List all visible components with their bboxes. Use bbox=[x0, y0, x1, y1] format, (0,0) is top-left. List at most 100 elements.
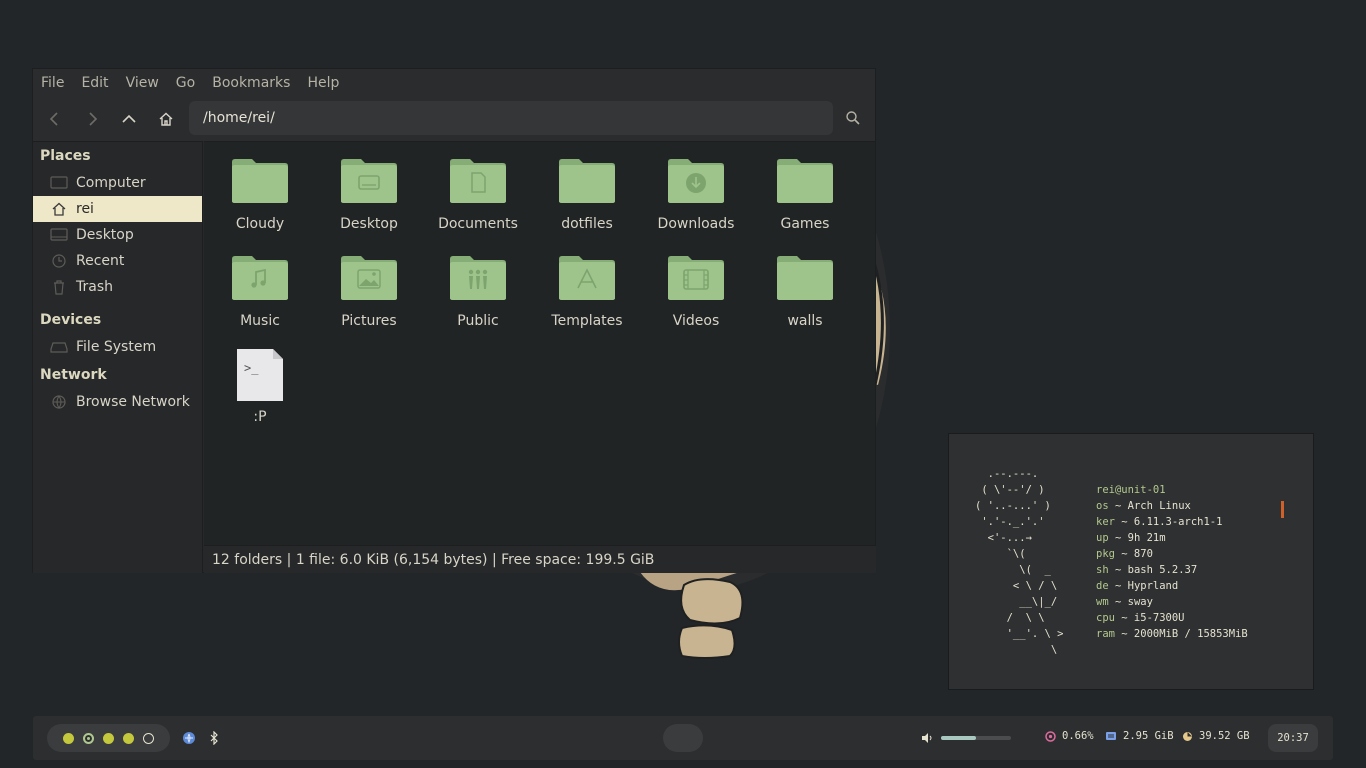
cpu-usage: 0.66% bbox=[1045, 730, 1094, 742]
folder-icon bbox=[231, 158, 289, 204]
folder-item[interactable]: Games bbox=[755, 158, 855, 232]
menu-help[interactable]: Help bbox=[307, 75, 339, 91]
user-host: rei@unit-01 bbox=[1096, 484, 1166, 496]
folder-item[interactable]: Pictures bbox=[319, 255, 419, 329]
sidebar-item-label: Computer bbox=[76, 175, 146, 191]
location-bar[interactable]: /home/rei/ bbox=[189, 101, 833, 135]
volume-icon[interactable] bbox=[920, 731, 934, 745]
devices-header: Devices bbox=[40, 312, 102, 328]
network-header: Network bbox=[40, 367, 107, 383]
sidebar-item-label: Desktop bbox=[76, 227, 134, 243]
folder-item[interactable]: Music bbox=[210, 255, 310, 329]
svg-text:>_: >_ bbox=[244, 361, 259, 375]
folder-icon bbox=[776, 255, 834, 301]
home-icon bbox=[159, 112, 173, 126]
file-item[interactable]: >_:P bbox=[210, 347, 310, 425]
folder-item[interactable]: dotfiles bbox=[537, 158, 637, 232]
fetch-info-row: cpu ~ i5-7300U bbox=[1096, 612, 1185, 624]
folder-item[interactable]: Templates bbox=[537, 255, 637, 329]
sidebar-item-recent[interactable]: Recent bbox=[33, 248, 202, 274]
forward-icon bbox=[89, 112, 98, 126]
sidebar-item-home[interactable]: rei bbox=[33, 196, 202, 222]
sidebar-item-browse-network[interactable]: Browse Network bbox=[33, 389, 202, 415]
places-header: Places bbox=[40, 148, 91, 164]
workspace-5-button[interactable] bbox=[143, 732, 154, 744]
clock[interactable]: 20:37 bbox=[1268, 724, 1318, 752]
workspace-3-button[interactable] bbox=[103, 732, 114, 744]
menu-edit[interactable]: Edit bbox=[81, 75, 108, 91]
folder-icon bbox=[449, 255, 507, 301]
folder-item[interactable]: Cloudy bbox=[210, 158, 310, 232]
status-bar: 12 folders | 1 file: 6.0 KiB (6,154 byte… bbox=[204, 545, 876, 573]
file-name-label: dotfiles bbox=[561, 216, 613, 232]
toolbar: /home/rei/ bbox=[33, 97, 875, 141]
terminal-window[interactable]: .--.---. ( \'--'/ ) ( '..-...' ) '.'-._.… bbox=[948, 433, 1314, 690]
search-icon bbox=[846, 111, 860, 125]
workspace-4-button[interactable] bbox=[123, 732, 134, 744]
back-button[interactable] bbox=[41, 105, 69, 133]
sidebar-item-desktop[interactable]: Desktop bbox=[33, 222, 202, 248]
disk-icon bbox=[1182, 731, 1193, 742]
workspace-2-button[interactable] bbox=[83, 732, 94, 744]
folder-icon bbox=[558, 255, 616, 301]
back-icon bbox=[49, 112, 58, 126]
sidebar-item-computer[interactable]: Computer bbox=[33, 170, 202, 196]
folder-icon bbox=[340, 255, 398, 301]
location-path[interactable]: /home/rei/ bbox=[203, 110, 275, 126]
folder-icon bbox=[340, 158, 398, 204]
menu-bookmarks[interactable]: Bookmarks bbox=[212, 75, 290, 91]
folder-item[interactable]: Documents bbox=[428, 158, 528, 232]
sidebar-item-trash[interactable]: Trash bbox=[33, 274, 202, 300]
folder-icon bbox=[776, 158, 834, 204]
fetch-info-row: wm ~ sway bbox=[1096, 596, 1153, 608]
volume-slider[interactable] bbox=[941, 736, 1011, 740]
home-button[interactable] bbox=[152, 105, 180, 133]
folder-item[interactable]: Downloads bbox=[646, 158, 746, 232]
desktop-icon bbox=[50, 227, 68, 243]
file-manager-window: File Edit View Go Bookmarks Help /home/r… bbox=[32, 68, 876, 573]
folder-icon bbox=[667, 255, 725, 301]
home-icon bbox=[50, 201, 68, 217]
menu-file[interactable]: File bbox=[41, 75, 64, 91]
terminal-cursor bbox=[1281, 501, 1284, 518]
menu-bar: File Edit View Go Bookmarks Help bbox=[33, 69, 875, 97]
sidebar-item-label: rei bbox=[76, 201, 94, 217]
menu-go[interactable]: Go bbox=[176, 75, 195, 91]
sidebar-item-filesystem[interactable]: File System bbox=[33, 334, 202, 360]
folder-icon bbox=[667, 158, 725, 204]
sidebar-item-label: Browse Network bbox=[76, 394, 190, 410]
file-name-label: Templates bbox=[551, 313, 623, 329]
volume-level bbox=[941, 736, 976, 740]
fetch-info: rei@unit-01 os ~ Arch Linux ker ~ 6.11.3-… bbox=[1096, 482, 1248, 642]
forward-button[interactable] bbox=[78, 105, 106, 133]
network-icon bbox=[50, 394, 68, 410]
cpu-icon bbox=[1045, 730, 1056, 742]
file-name-label: Public bbox=[457, 313, 499, 329]
search-button[interactable] bbox=[841, 106, 865, 130]
bluetooth-icon[interactable] bbox=[207, 731, 221, 745]
network-tray-icon[interactable] bbox=[182, 731, 196, 745]
menu-view[interactable]: View bbox=[126, 75, 159, 91]
folder-item[interactable]: Videos bbox=[646, 255, 746, 329]
memory-icon bbox=[1105, 731, 1117, 741]
file-name-label: Desktop bbox=[340, 216, 398, 232]
workspace-1-button[interactable] bbox=[63, 732, 74, 744]
trash-icon bbox=[50, 279, 68, 295]
computer-icon bbox=[50, 175, 68, 191]
fetch-info-row: ram ~ 2000MiB / 15853MiB bbox=[1096, 628, 1248, 640]
status-panel: 0.66% 2.95 GiB 39.52 GB 20:37 bbox=[33, 716, 1333, 760]
fetch-info-row: up ~ 9h 21m bbox=[1096, 532, 1166, 544]
folder-item[interactable]: Public bbox=[428, 255, 528, 329]
file-name-label: Downloads bbox=[657, 216, 735, 232]
fetch-info-row: de ~ Hyprland bbox=[1096, 580, 1179, 592]
fetch-info-row: ker ~ 6.11.3-arch1-1 bbox=[1096, 516, 1223, 528]
window-title-pill[interactable] bbox=[663, 724, 703, 752]
folder-item[interactable]: Desktop bbox=[319, 158, 419, 232]
up-button[interactable] bbox=[115, 105, 143, 133]
file-name-label: Music bbox=[240, 313, 280, 329]
sidebar-item-label: File System bbox=[76, 339, 157, 355]
fetch-info-row: pkg ~ 870 bbox=[1096, 548, 1153, 560]
folder-item[interactable]: walls bbox=[755, 255, 855, 329]
fetch-info-row: sh ~ bash 5.2.37 bbox=[1096, 564, 1198, 576]
file-name-label: Videos bbox=[672, 313, 720, 329]
